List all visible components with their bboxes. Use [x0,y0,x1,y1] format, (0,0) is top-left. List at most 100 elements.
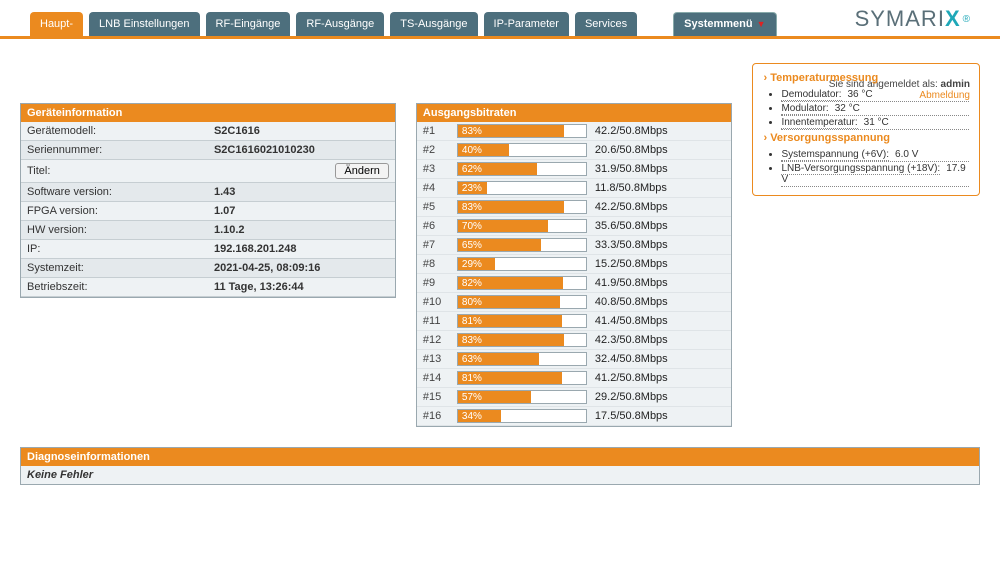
top-navbar: Haupt- LNB Einstellungen RF-Eingänge RF-… [0,0,1000,39]
bitrate-row: #3 62% 31.9/50.8Mbps [417,160,732,179]
bitrate-bar: 81% [457,314,587,328]
bitrate-value: 42.3/50.8Mbps [595,334,705,346]
bitrate-index: #13 [423,353,449,365]
bitrate-row: #1481%41.2/50.8Mbps [417,369,732,388]
brand-text: SYMARI [855,6,945,31]
bitrate-index: #12 [423,334,449,346]
tab-main[interactable]: Haupt- [30,12,83,36]
bitrate-fill: 40% [458,144,509,156]
bitrate-fill: 57% [458,391,531,403]
title-label: Titel: [21,160,208,183]
status-key: Modulator: [781,103,828,115]
bitrate-value: 11.8/50.8Mbps [595,182,705,194]
bitrate-fill: 81% [458,372,562,384]
bitrate-bar: 63% [457,352,587,366]
device-info-header: Geräteinformation [21,104,395,122]
status-sidebox: Temperaturmessung Demodulator:36 °CModul… [752,63,980,196]
bitrate-fill: 80% [458,296,560,308]
bitrate-row: #1557%29.2/50.8Mbps [417,388,732,407]
bitrate-value: 32.4/50.8Mbps [595,353,705,365]
status-item: Systemspannung (+6V): 6.0 V [781,148,969,162]
bitrate-row: #2 40% 20.6/50.8Mbps [417,141,732,160]
bitrate-bar: 29% [457,257,587,271]
status-value: 6.0 V [895,149,918,160]
ip-label: IP: [21,240,208,259]
systime-value: 2021-04-25, 08:09:16 [208,259,395,278]
title-change-button[interactable]: Ändern [335,163,388,179]
bitrate-row: #4 23% 11.8/50.8Mbps [417,179,732,198]
bitrate-bar: 34% [457,409,587,423]
bitrate-value: 42.2/50.8Mbps [595,201,705,213]
model-label: Gerätemodell: [21,122,208,141]
bitrate-value: 40.8/50.8Mbps [595,296,705,308]
tab-lnb[interactable]: LNB Einstellungen [89,12,200,36]
status-key: LNB-Versorgungsspannung (+18V): [781,163,940,175]
bitrate-value: 15.2/50.8Mbps [595,258,705,270]
bitrate-bar: 57% [457,390,587,404]
bitrate-bar: 62% [457,162,587,176]
status-value: 36 °C [848,89,873,100]
device-info-table: Gerätemodell: S2C1616 Seriennummer: S2C1… [21,122,395,297]
bitrate-fill: 83% [458,334,564,346]
status-key: Innentemperatur: [781,117,857,129]
bitrate-row: #982%41.9/50.8Mbps [417,274,732,293]
bitrate-index: #2 [423,144,449,156]
bitrates-body: #183%42.2/50.8Mbps#240%20.6/50.8Mbps#362… [417,122,732,426]
ip-value: 192.168.201.248 [208,240,395,259]
bitrate-row: #1634%17.5/50.8Mbps [417,407,732,426]
bitrate-fill: 83% [458,125,564,137]
chevron-down-icon: ▼ [757,19,766,29]
bitrate-value: 35.6/50.8Mbps [595,220,705,232]
bitrate-value: 33.3/50.8Mbps [595,239,705,251]
diagnostics-header: Diagnoseinformationen [21,448,979,466]
bitrate-index: #15 [423,391,449,403]
device-info-panel: Geräteinformation Gerätemodell: S2C1616 … [20,103,396,298]
bitrate-index: #11 [423,315,449,327]
bitrate-index: #14 [423,372,449,384]
systime-label: Systemzeit: [21,259,208,278]
bitrate-fill: 82% [458,277,563,289]
serial-value: S2C1616021010230 [208,141,395,160]
bitrates-panel: Ausgangsbitraten #183%42.2/50.8Mbps#240%… [416,103,733,427]
brand-x: X [945,6,961,31]
bitrates-header: Ausgangsbitraten [417,104,732,122]
bitrate-index: #10 [423,296,449,308]
status-value: 32 °C [835,103,860,114]
fpga-value: 1.07 [208,202,395,221]
bitrate-bar: 65% [457,238,587,252]
bitrate-fill: 34% [458,410,502,422]
bitrate-bar: 70% [457,219,587,233]
bitrate-index: #6 [423,220,449,232]
hw-value: 1.10.2 [208,221,395,240]
tab-rf-in[interactable]: RF-Eingänge [206,12,291,36]
bitrate-index: #4 [423,182,449,194]
status-key: Systemspannung (+6V): [781,149,889,161]
bitrate-value: 42.2/50.8Mbps [595,125,705,137]
bitrate-bar: 23% [457,181,587,195]
bitrate-bar: 80% [457,295,587,309]
tab-rf-out[interactable]: RF-Ausgänge [296,12,384,36]
bitrate-index: #3 [423,163,449,175]
tab-services[interactable]: Services [575,12,637,36]
bitrate-row: #10 80% 40.8/50.8Mbps [417,293,732,312]
brand-logo: SYMARIX® [855,6,970,36]
tab-system-menu[interactable]: Systemmenü▼ [673,12,776,36]
model-value: S2C1616 [208,122,395,141]
tab-ip[interactable]: IP-Parameter [484,12,569,36]
bitrate-row: #765%33.3/50.8Mbps [417,236,732,255]
temperature-list: Demodulator:36 °CModulator:32 °CInnentem… [781,88,969,130]
fpga-label: FPGA version: [21,202,208,221]
bitrate-value: 41.9/50.8Mbps [595,277,705,289]
power-list: Systemspannung (+6V): 6.0 V LNB-Versorgung… [781,148,969,187]
diagnostics-body: Keine Fehler [21,466,979,484]
bitrate-value: 31.9/50.8Mbps [595,163,705,175]
bitrate-value: 41.4/50.8Mbps [595,315,705,327]
tab-ts-out[interactable]: TS-Ausgänge [390,12,477,36]
status-item: Modulator: 32 °C [781,102,969,116]
bitrate-bar: 83% [457,200,587,214]
bitrate-bar: 81% [457,371,587,385]
bitrate-index: #16 [423,410,449,422]
bitrate-bar: 83% [457,124,587,138]
serial-label: Seriennummer: [21,141,208,160]
bitrate-value: 20.6/50.8Mbps [595,144,705,156]
